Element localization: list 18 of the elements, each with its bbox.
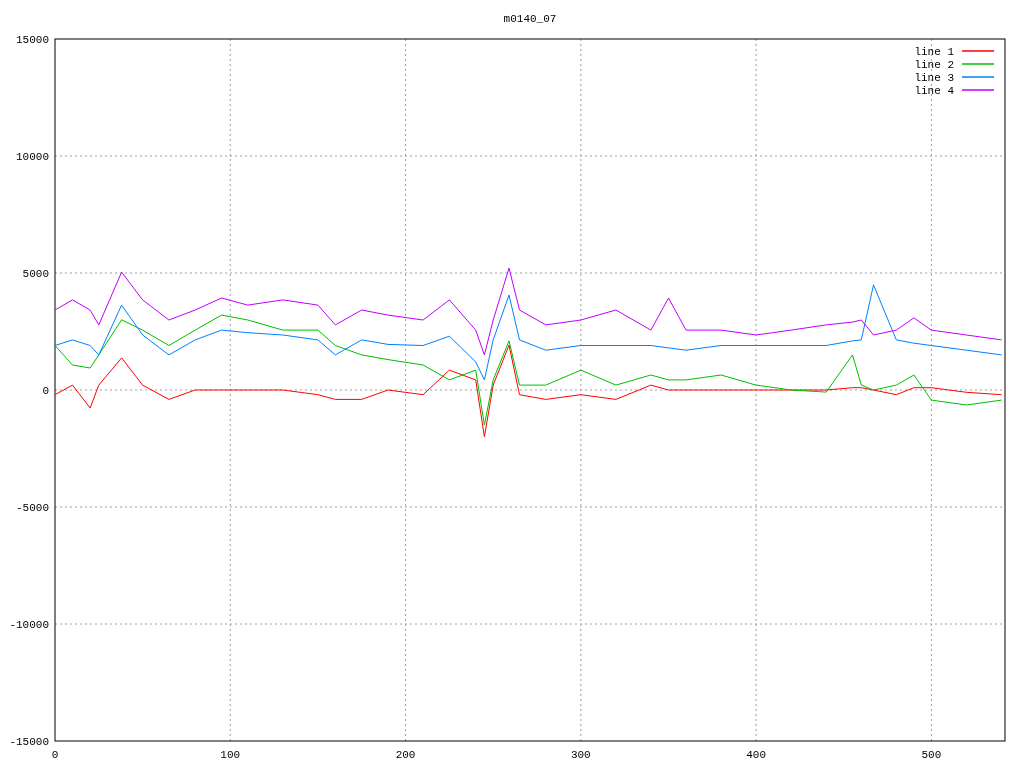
y-tick-label: 15000 <box>16 34 49 46</box>
x-tick-label: 100 <box>220 749 241 761</box>
y-tick-label: 0 <box>42 385 49 397</box>
x-tick-label: 200 <box>395 749 416 761</box>
x-tick-label: 0 <box>51 749 59 761</box>
legend-label: line 4 <box>914 85 954 97</box>
x-tick-label: 400 <box>746 749 766 761</box>
y-tick-label: 10000 <box>16 151 49 163</box>
y-tick-label: -15000 <box>9 736 49 748</box>
y-tick-label: 5000 <box>22 268 49 280</box>
x-tick-label: 500 <box>921 749 942 761</box>
y-tick-label: -5000 <box>16 502 49 514</box>
x-tick-label: 300 <box>570 749 591 761</box>
y-tick-label: -10000 <box>9 619 49 631</box>
legend-label: line 3 <box>914 72 954 84</box>
legend-label: line 1 <box>914 46 954 58</box>
chart-title: m0140_07 <box>503 13 557 25</box>
legend-label: line 2 <box>914 59 954 71</box>
